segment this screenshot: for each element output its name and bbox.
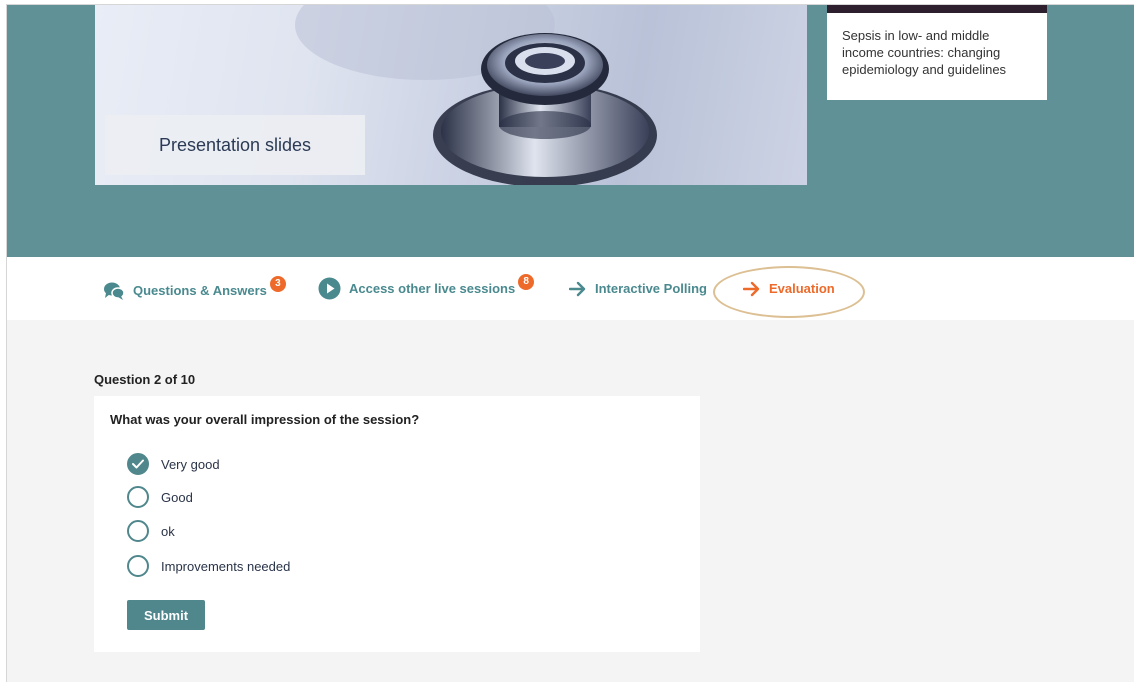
tab-questions-answers-label: Questions & Answers <box>133 283 267 298</box>
stethoscope-image: Presentation slides <box>95 5 807 185</box>
arrow-right-icon <box>569 281 587 297</box>
radio-unchecked-icon[interactable] <box>127 520 149 542</box>
option-label: Improvements needed <box>161 558 291 574</box>
option-label: Good <box>161 489 193 505</box>
session-info-card: Sepsis in low- and middle income countri… <box>827 5 1047 100</box>
option-ok[interactable]: ok <box>127 519 175 543</box>
sessions-count-badge: 8 <box>518 273 535 290</box>
session-title: Sepsis in low- and middle income countri… <box>842 28 1007 77</box>
option-improvements-needed[interactable]: Improvements needed <box>127 554 290 578</box>
tab-evaluation-label: Evaluation <box>769 281 835 296</box>
radio-checked-icon[interactable] <box>127 453 149 475</box>
hero-banner: Presentation slides Sepsis in low- and m… <box>7 5 1134 257</box>
submit-button[interactable]: Submit <box>127 600 205 630</box>
option-label: Very good <box>161 456 220 472</box>
tab-other-sessions-label: Access other live sessions <box>349 281 516 296</box>
question-card: What was your overall impression of the … <box>94 396 700 652</box>
arrow-right-icon <box>743 281 761 297</box>
option-good[interactable]: Good <box>127 485 193 509</box>
evaluation-panel: Question 2 of 10 What was your overall i… <box>7 320 1134 682</box>
tab-other-sessions[interactable]: Access other live sessions 8 <box>318 257 535 320</box>
option-label: ok <box>161 523 175 539</box>
radio-unchecked-icon[interactable] <box>127 555 149 577</box>
chat-bubbles-icon <box>103 281 125 301</box>
question-progress: Question 2 of 10 <box>94 372 196 387</box>
question-text: What was your overall impression of the … <box>110 412 420 427</box>
session-tabs: Questions & Answers 3 Access other live … <box>7 257 1134 320</box>
tab-evaluation[interactable]: Evaluation <box>743 257 835 320</box>
option-very-good[interactable]: Very good <box>127 452 220 476</box>
tab-interactive-polling-label: Interactive Polling <box>595 281 707 296</box>
page-frame: Presentation slides Sepsis in low- and m… <box>6 4 1134 682</box>
tab-interactive-polling[interactable]: Interactive Polling <box>569 257 707 320</box>
session-card-topbar <box>827 5 1047 13</box>
presentation-slides-card[interactable]: Presentation slides <box>105 115 365 175</box>
presentation-slides-label: Presentation slides <box>158 134 312 155</box>
questions-count-badge: 3 <box>269 275 286 292</box>
play-circle-icon <box>318 277 341 300</box>
radio-unchecked-icon[interactable] <box>127 486 149 508</box>
tab-questions-answers[interactable]: Questions & Answers 3 <box>103 259 286 322</box>
